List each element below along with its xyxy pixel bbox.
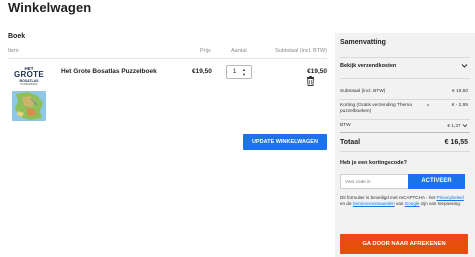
summary-total-label: Totaal (340, 139, 361, 146)
summary-subtotal-label: Subtotaal (incl. BTW) (340, 89, 386, 94)
column-price: Prijs (200, 48, 211, 54)
privacy-policy-link[interactable]: Privacybeleid (437, 195, 464, 200)
summary-btw-value-wrap: € 1,37 (447, 123, 468, 129)
summary-btw-label: BTW (340, 123, 351, 128)
shipping-costs-label: Bekijk verzendkosten (340, 63, 397, 69)
shipping-costs-toggle[interactable]: Bekijk verzendkosten (340, 58, 470, 78)
stepper-arrows-icon[interactable]: ▲ ▼ (242, 67, 246, 77)
summary-discount-value: € - 2,95 (451, 103, 468, 108)
product-name[interactable]: Het Grote Bosatlas Puzzelboek (61, 68, 157, 75)
recaptcha-notice: Dit formulier is beveiligd met reCAPTCHA… (340, 195, 464, 206)
order-summary: Samenvatting Bekijk verzendkosten Subtot… (335, 33, 475, 257)
coupon-title: Heb je een kortingscode? (340, 160, 407, 166)
summary-btw-row[interactable]: BTW € 1,37 (340, 123, 470, 129)
summary-total-value: € 16,55 (444, 139, 468, 146)
summary-discount-row[interactable]: Korting (Gratis verzending Thema puzzelb… (340, 103, 470, 117)
divider (340, 151, 470, 152)
column-subtotal: Subtotaal (incl. BTW) (275, 48, 327, 54)
checkout-button[interactable]: GA DOOR NAAR AFREKENEN (340, 234, 468, 254)
cart-item-row: HET GROTE BOSATLAS PUZZELBOEK Het Grote … (8, 62, 327, 134)
google-link[interactable]: Google (405, 201, 420, 206)
chevron-up-icon[interactable]: ^ (427, 104, 429, 110)
divider (340, 132, 470, 133)
summary-btw-value: € 1,37 (447, 123, 461, 129)
divider (340, 78, 470, 79)
cover-map-illustration (12, 91, 46, 121)
apply-coupon-button[interactable]: ACTIVEER (408, 174, 465, 189)
summary-total-row: Totaal € 16,55 (340, 139, 470, 146)
column-quantity: Aantal (231, 48, 247, 54)
cart-table-header: Item Prijs Aantal Subtotaal (incl. BTW) (8, 43, 327, 59)
column-item: Item (8, 48, 19, 54)
summary-subtotal-row: Subtotaal (incl. BTW) € 19,50 (340, 89, 470, 94)
trash-icon[interactable] (306, 76, 315, 86)
summary-title: Samenvatting (340, 39, 386, 46)
summary-discount-label: Korting (Gratis verzending Thema puzzelb… (340, 103, 412, 114)
page-title: Winkelwagen (8, 0, 92, 15)
cart-section-title: Boek (8, 33, 26, 40)
chevron-down-icon (461, 64, 468, 68)
chevron-down-icon[interactable] (462, 123, 468, 128)
quantity-stepper[interactable]: 1 ▲ ▼ (226, 65, 252, 79)
product-subtotal: €19,50 (307, 68, 327, 75)
divider (340, 99, 470, 100)
update-cart-button[interactable]: UPDATE WINKELWAGEN (243, 134, 327, 150)
cover-title: HET GROTE BOSATLAS PUZZELBOEK (14, 66, 44, 86)
product-price: €19,50 (192, 68, 212, 75)
terms-of-service-link[interactable]: Servicevoorwaarden (353, 201, 395, 206)
product-image[interactable]: HET GROTE BOSATLAS PUZZELBOEK (10, 64, 48, 122)
quantity-value: 1 (233, 69, 237, 75)
summary-subtotal-value: € 19,50 (451, 89, 468, 94)
divider (340, 119, 470, 120)
coupon-code-input[interactable] (340, 174, 408, 189)
